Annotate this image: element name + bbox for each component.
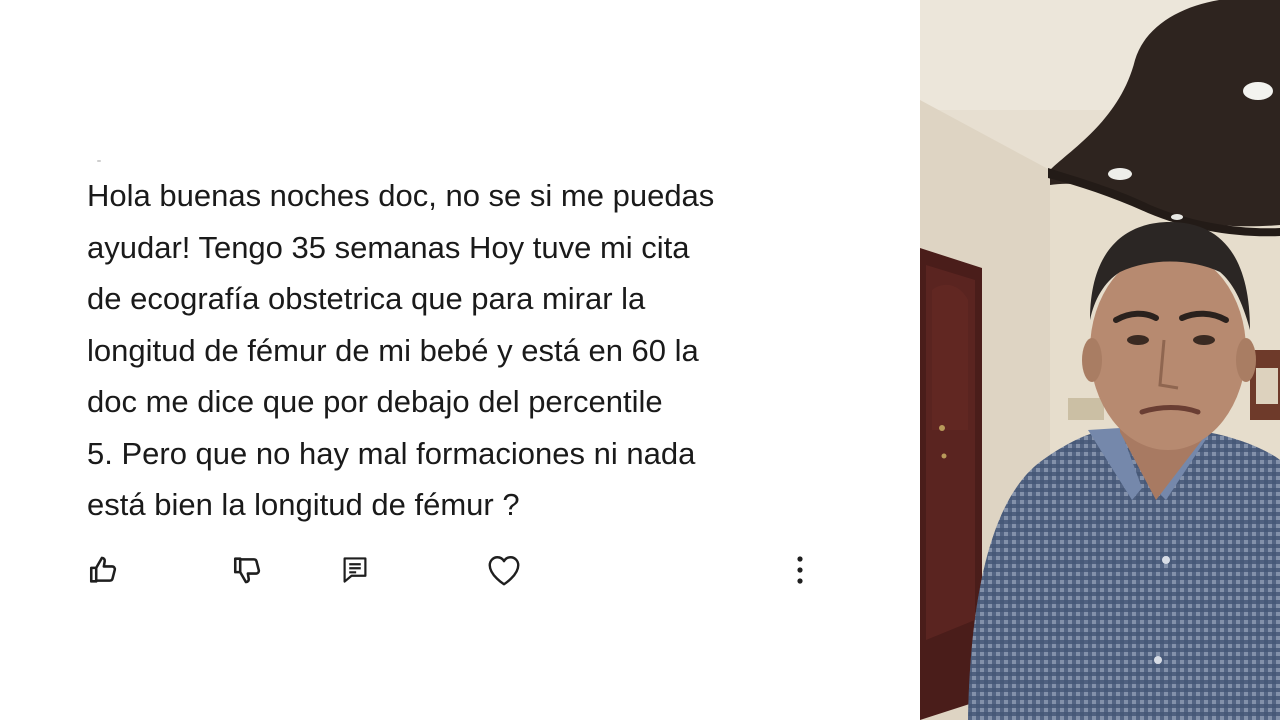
heart-button[interactable] — [482, 548, 526, 592]
comment-line: doc me dice que por debajo del percentil… — [87, 384, 663, 419]
comment-line: está bien la longitud de fémur ? — [87, 487, 520, 522]
comment-marker — [97, 160, 101, 162]
reply-button[interactable] — [333, 548, 377, 592]
comment-icon — [343, 557, 367, 583]
thumbs-down-icon — [233, 557, 261, 584]
ceiling-light — [1108, 168, 1132, 180]
comment-line: de ecografía obstetrica que para mirar l… — [87, 281, 646, 316]
comment-line: longitud de fémur de mi bebé y está en 6… — [87, 332, 699, 368]
presenter-scene — [920, 0, 1280, 720]
ceiling-light — [1243, 82, 1273, 100]
thumbs-up-icon — [89, 556, 117, 583]
video-frame: Hola buenas noches doc, no se si me pued… — [0, 0, 1280, 720]
ceiling-light — [1171, 214, 1183, 220]
comment-actions — [0, 548, 920, 596]
presenter-face — [1090, 250, 1246, 450]
like-button[interactable] — [82, 548, 126, 592]
dislike-button[interactable] — [226, 548, 270, 592]
more-vertical-icon — [797, 556, 803, 584]
more-options-button[interactable] — [778, 548, 822, 592]
comment-line: 5. Pero que no hay mal formaciones ni na… — [87, 435, 696, 471]
comment-card: Hola buenas noches doc, no se si me pued… — [0, 0, 920, 720]
presenter-video — [920, 0, 1280, 720]
comment-line: Hola buenas noches doc, no se si me pued… — [87, 178, 715, 213]
heart-icon — [488, 556, 520, 586]
comment-text: Hola buenas noches doc, no se si me pued… — [87, 170, 827, 531]
comment-line: ayudar! Tengo 35 semanas Hoy tuve mi cit… — [87, 229, 690, 265]
